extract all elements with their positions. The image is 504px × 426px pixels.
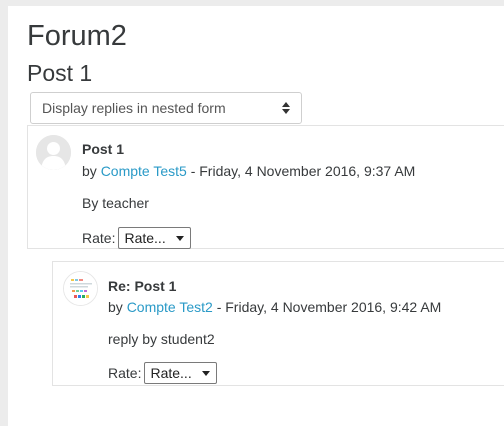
post-byline: by Compte Test2 - Friday, 4 November 201… bbox=[108, 299, 441, 315]
post-message: By teacher bbox=[82, 195, 149, 211]
forum-page: Forum2 Post 1 Display replies in nested … bbox=[8, 6, 504, 426]
select-arrows-icon bbox=[279, 102, 293, 114]
forum-post: Post 1 by Compte Test5 - Friday, 4 Novem… bbox=[27, 125, 504, 249]
avatar[interactable] bbox=[36, 135, 71, 170]
post-date: - Friday, 4 November 2016, 9:37 AM bbox=[186, 163, 416, 179]
display-mode-value: Display replies in nested form bbox=[42, 100, 226, 116]
rate-label: Rate: bbox=[82, 230, 116, 246]
forum-title: Forum2 bbox=[27, 20, 127, 52]
discussion-title: Post 1 bbox=[27, 60, 93, 86]
forum-post-reply: Re: Post 1 by Compte Test2 - Friday, 4 N… bbox=[52, 261, 504, 386]
post-date: - Friday, 4 November 2016, 9:42 AM bbox=[212, 299, 442, 315]
post-byline: by Compte Test5 - Friday, 4 November 201… bbox=[82, 163, 415, 179]
user-picture-icon bbox=[64, 272, 97, 305]
post-message: reply by student2 bbox=[108, 331, 215, 347]
rate-select-value: Rate... bbox=[150, 365, 192, 381]
by-prefix: by bbox=[108, 299, 123, 315]
rate-label: Rate: bbox=[108, 365, 142, 381]
by-prefix: by bbox=[82, 163, 97, 179]
caret-down-icon bbox=[175, 235, 184, 241]
default-user-icon bbox=[36, 135, 71, 170]
rate-select[interactable]: Rate... bbox=[118, 227, 191, 249]
author-link[interactable]: Compte Test2 bbox=[127, 299, 213, 315]
rating-row: Rate: Rate... bbox=[108, 362, 217, 384]
rating-row: Rate: Rate... bbox=[82, 227, 191, 249]
post-subject: Post 1 bbox=[82, 141, 125, 157]
post-subject: Re: Post 1 bbox=[108, 278, 177, 294]
caret-down-icon bbox=[201, 370, 210, 376]
rate-select-value: Rate... bbox=[124, 230, 166, 246]
rate-select[interactable]: Rate... bbox=[144, 362, 217, 384]
author-link[interactable]: Compte Test5 bbox=[101, 163, 187, 179]
avatar[interactable] bbox=[63, 271, 98, 306]
display-mode-select[interactable]: Display replies in nested form bbox=[30, 92, 302, 124]
